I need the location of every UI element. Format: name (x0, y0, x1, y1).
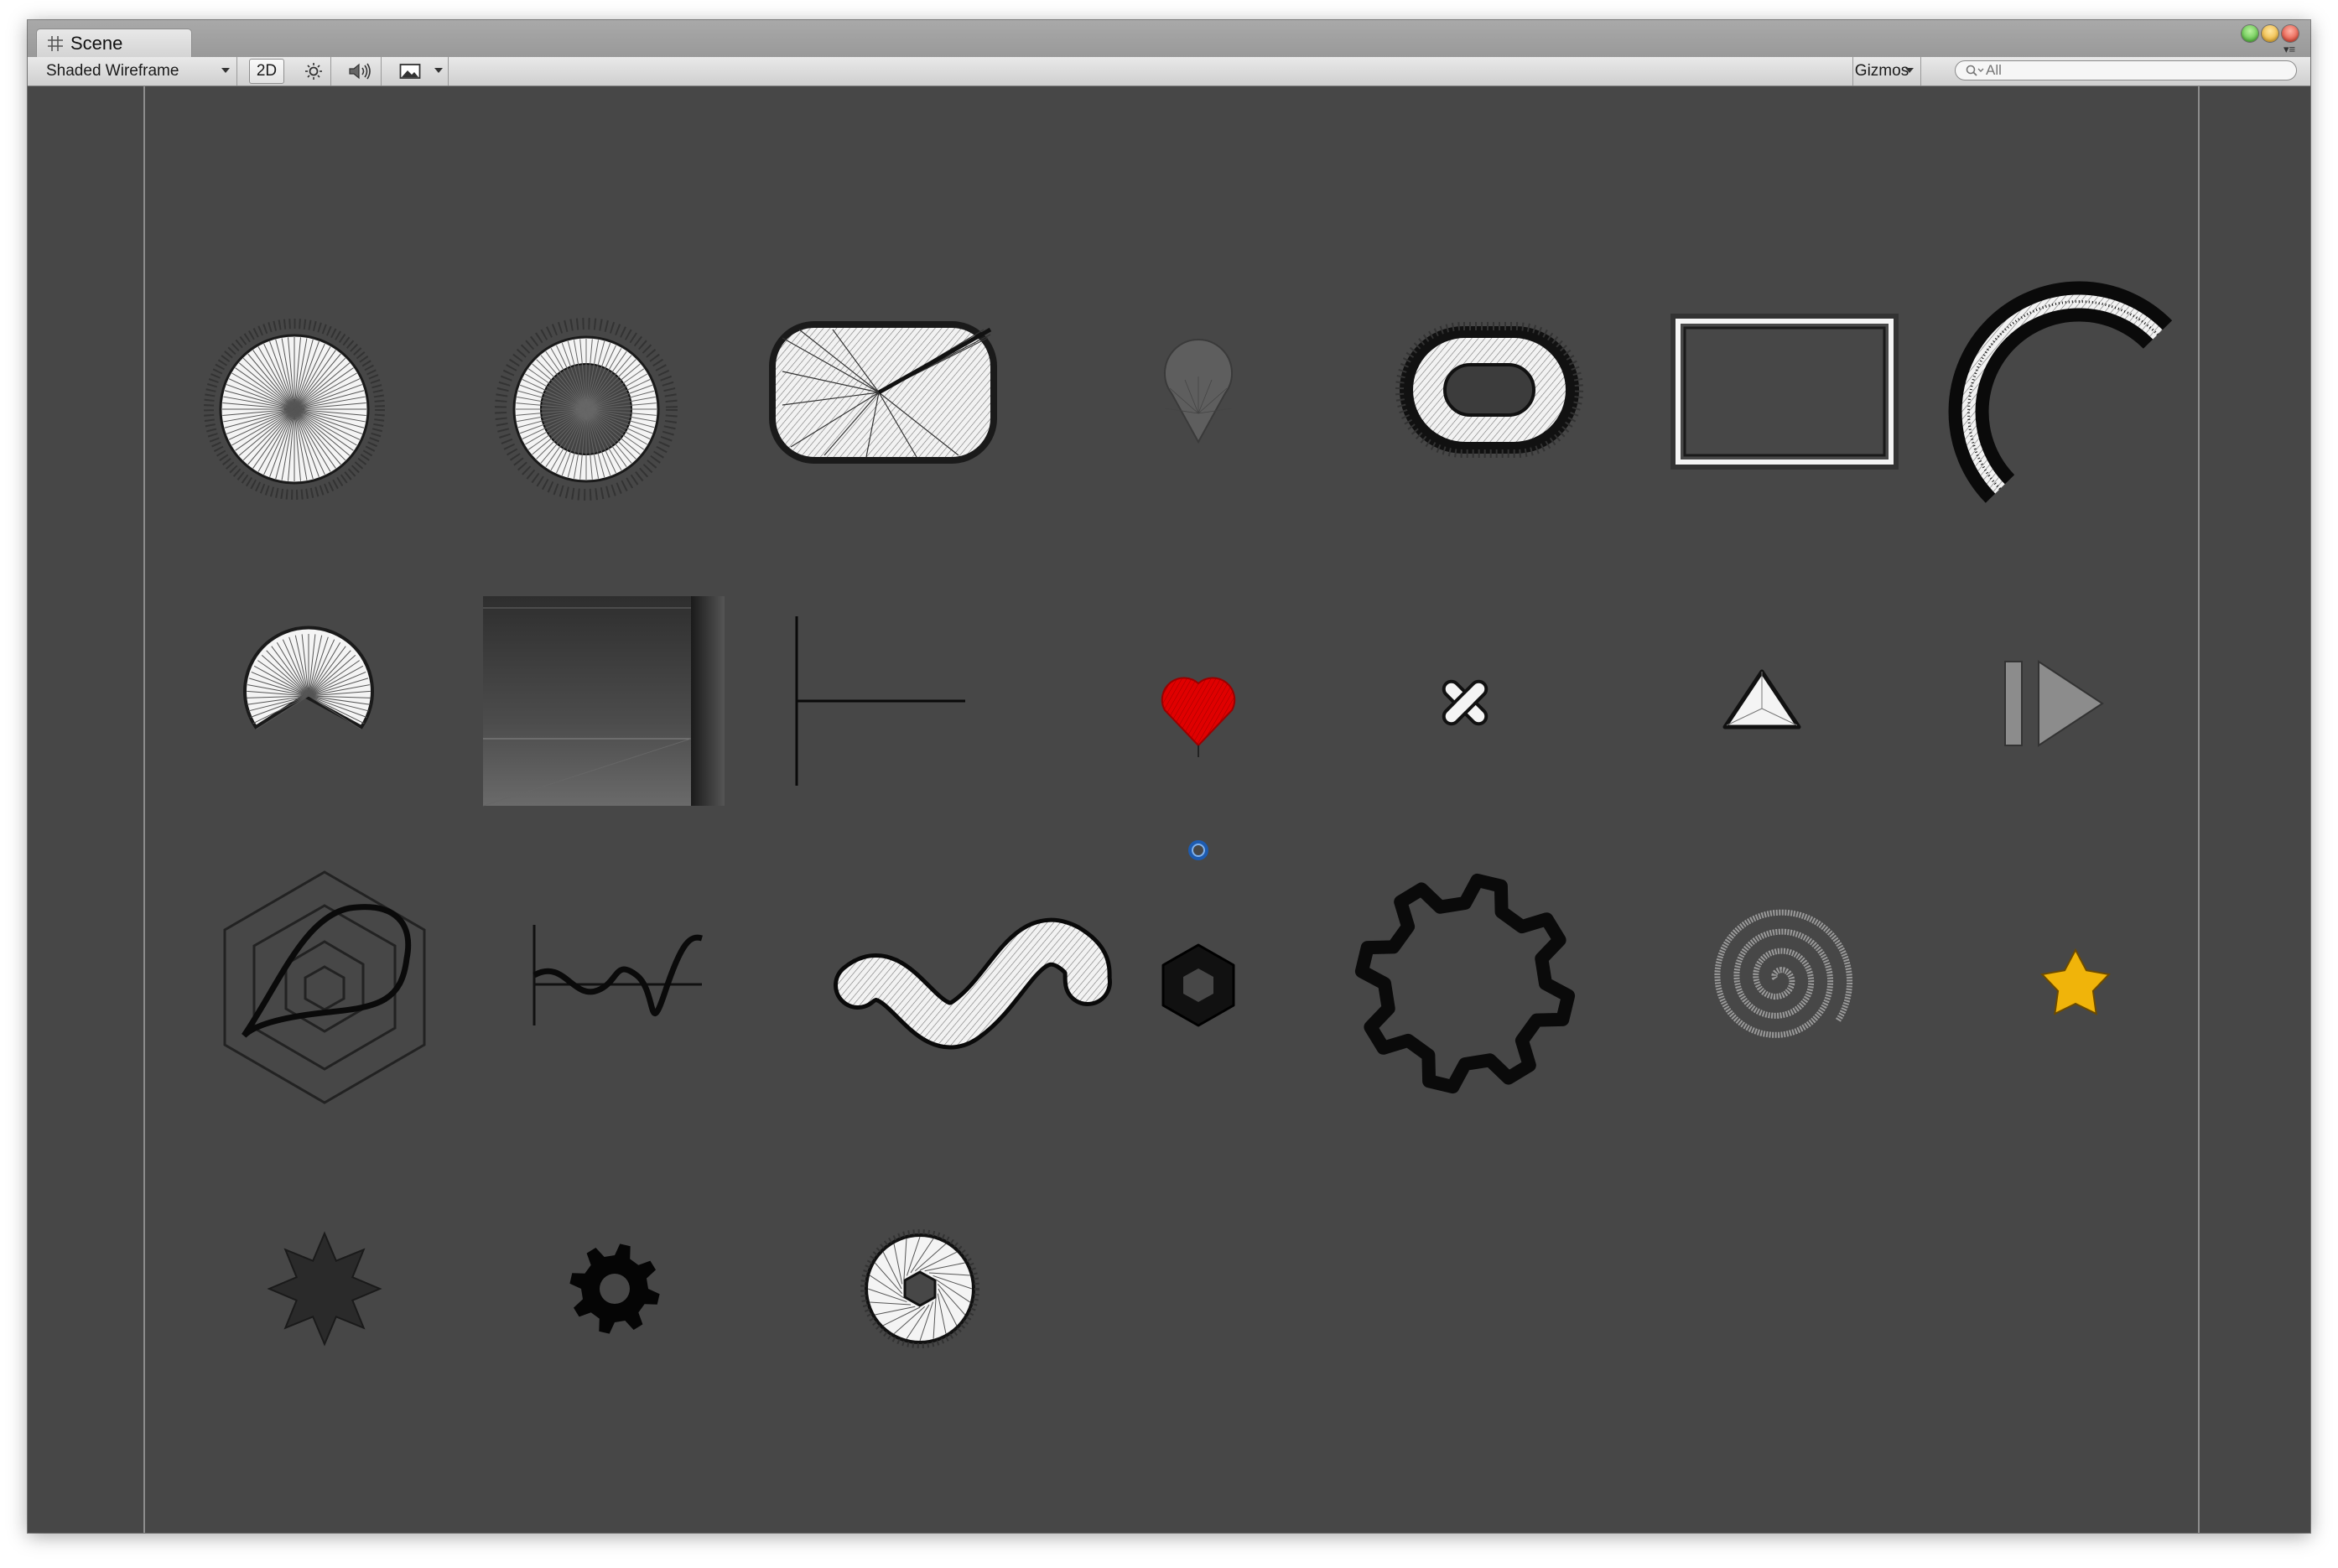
search-icon (1966, 65, 1984, 76)
rectangle-frame-shape[interactable] (1670, 314, 1899, 470)
ring-shape[interactable] (495, 318, 678, 501)
dropdown-arrow-icon (221, 68, 230, 73)
search-field[interactable] (1955, 60, 2297, 80)
draw-mode-dropdown[interactable]: Shaded Wireframe (28, 57, 237, 86)
tab-scene[interactable]: Scene (36, 29, 192, 57)
wave-shape[interactable] (834, 917, 1112, 1050)
gizmos-dropdown[interactable]: Gizmos (1852, 57, 1921, 86)
cog-shape[interactable] (569, 1243, 660, 1334)
arc-shape[interactable] (1948, 281, 2173, 503)
line-axis-shape[interactable] (795, 616, 965, 786)
scene-grid-icon (48, 35, 63, 51)
heart-shape[interactable] (1161, 677, 1236, 757)
triangle-shape[interactable] (1722, 669, 1801, 729)
dropdown-arrow-icon (434, 68, 443, 73)
rounded-rectangle-shape[interactable] (769, 321, 997, 464)
star-shape[interactable] (2040, 948, 2111, 1015)
donut-shape[interactable] (860, 1229, 979, 1348)
panel-menu-icon[interactable]: ▾≡ (2283, 44, 2302, 55)
maximize-button[interactable] (2242, 25, 2258, 42)
pie-shape[interactable] (243, 626, 374, 730)
minimize-button[interactable] (2262, 25, 2278, 42)
toggle-2d-button[interactable]: 2D (249, 59, 284, 84)
lighting-toggle-button[interactable] (296, 57, 331, 86)
starburst-shape[interactable] (267, 1231, 382, 1347)
tab-title: Scene (70, 32, 123, 54)
tab-strip: Scene ▾≡ (28, 20, 2310, 58)
close-button[interactable] (2282, 25, 2299, 42)
line-graph-shape[interactable] (533, 925, 703, 1025)
speaker-icon (348, 63, 371, 80)
sun-icon (304, 63, 322, 80)
image-icon (399, 64, 421, 79)
teardrop-shape[interactable] (1164, 339, 1233, 444)
capsule-ring-shape[interactable] (1395, 322, 1583, 458)
scene-window: Scene ▾≡ Shaded Wireframe 2D Gizmos All (28, 20, 2310, 1533)
draw-mode-label: Shaded Wireframe (46, 62, 179, 80)
gear-outline-shape[interactable] (1354, 873, 1576, 1094)
gizmos-label: Gizmos (1854, 62, 1909, 80)
scene-objects (204, 281, 2173, 1348)
scene-viewport[interactable] (28, 86, 2310, 1533)
play-pause-shape[interactable] (2004, 660, 2104, 747)
audio-toggle-button[interactable] (340, 57, 382, 86)
scene-toolbar: Shaded Wireframe 2D Gizmos All (28, 57, 2310, 86)
gradient-box-shape[interactable] (482, 596, 725, 807)
pivot-gizmo[interactable] (1188, 840, 1208, 860)
hexagon-radar-shape[interactable] (223, 870, 426, 1104)
circle-shape[interactable] (204, 319, 385, 500)
cross-shape[interactable] (1427, 665, 1504, 741)
toggle-2d-label: 2D (256, 62, 278, 80)
effects-dropdown-button[interactable] (430, 57, 449, 86)
spiral-shape[interactable] (1714, 909, 1853, 1038)
effects-toggle-button[interactable] (388, 57, 432, 86)
dropdown-arrow-icon (1905, 68, 1914, 73)
search-input[interactable] (1984, 61, 2273, 80)
hexagon-nut-shape[interactable] (1161, 943, 1235, 1027)
